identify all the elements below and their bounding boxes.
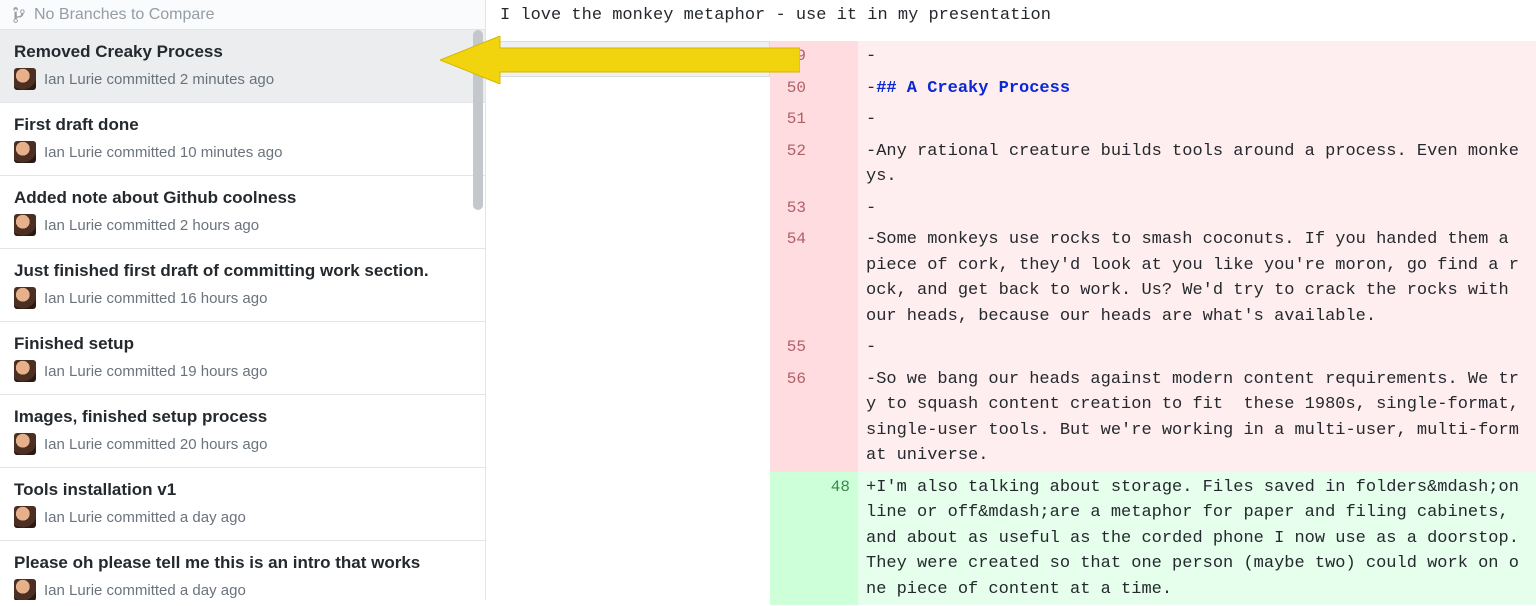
- diff-code: -: [858, 332, 1536, 364]
- diff-line: 50 -## A Creaky Process: [770, 73, 1536, 105]
- commit-title: Finished setup: [14, 334, 471, 354]
- diff-code: -: [858, 193, 1536, 225]
- commit-author-line: Ian Lurie committed 2 minutes ago: [44, 71, 274, 88]
- commits-sidebar: No Branches to Compare Removed Creaky Pr…: [0, 0, 486, 600]
- commit-title: Please oh please tell me this is an intr…: [14, 553, 471, 573]
- commit-author-line: Ian Lurie committed 2 hours ago: [44, 217, 259, 234]
- line-number-new: [814, 41, 858, 73]
- modified-icon: [743, 50, 761, 68]
- commit-author-line: Ian Lurie committed 10 minutes ago: [44, 144, 282, 161]
- line-number-old: 53: [770, 193, 814, 225]
- avatar: [14, 287, 36, 309]
- line-number-new: [814, 136, 858, 193]
- diff-code: -Some monkeys use rocks to smash coconut…: [858, 224, 1536, 332]
- commit-item[interactable]: Images, finished setup process Ian Lurie …: [0, 395, 485, 468]
- diff-line: 52 -Any rational creature builds tools ar…: [770, 136, 1536, 193]
- commit-item[interactable]: First draft done Ian Lurie committed 10 m…: [0, 103, 485, 176]
- commit-title: Tools installation v1: [14, 480, 471, 500]
- commit-title: Removed Creaky Process: [14, 42, 471, 62]
- commit-title: First draft done: [14, 115, 471, 135]
- diff-code: +I'm also talking about storage. Files s…: [858, 472, 1536, 606]
- line-number-old: [770, 472, 814, 606]
- diff-pane: I love the monkey metaphor - use it in m…: [486, 0, 1536, 600]
- diff-line: 55 -: [770, 332, 1536, 364]
- line-number-new: [814, 224, 858, 332]
- commit-author-line: Ian Lurie committed a day ago: [44, 582, 246, 599]
- diff-line: 51 -: [770, 104, 1536, 136]
- diff-code: -So we bang our heads against modern con…: [858, 364, 1536, 472]
- avatar: [14, 68, 36, 90]
- commit-item[interactable]: Please oh please tell me this is an intr…: [0, 541, 485, 600]
- diff-code: -## A Creaky Process: [858, 73, 1536, 105]
- commit-item[interactable]: Finished setup Ian Lurie committed 19 hou…: [0, 322, 485, 395]
- diff-code: -Any rational creature builds tools arou…: [858, 136, 1536, 193]
- commit-item[interactable]: Just finished first draft of committing …: [0, 249, 485, 322]
- diff-line: 49 -: [770, 41, 1536, 73]
- commit-author-line: Ian Lurie committed 19 hours ago: [44, 363, 267, 380]
- avatar: [14, 506, 36, 528]
- avatar: [14, 360, 36, 382]
- diff-line: 56 -So we bang our heads against modern c…: [770, 364, 1536, 472]
- changed-file-tab[interactable]: post.md: [486, 41, 770, 77]
- diff-line: 48+I'm also talking about storage. Files…: [770, 472, 1536, 606]
- avatar: [14, 433, 36, 455]
- line-number-new: [814, 193, 858, 225]
- commit-list[interactable]: Removed Creaky Process Ian Lurie committe…: [0, 30, 485, 600]
- commit-author-line: Ian Lurie committed 16 hours ago: [44, 290, 267, 307]
- diff-line: 53 -: [770, 193, 1536, 225]
- commit-title: Added note about Github coolness: [14, 188, 471, 208]
- commit-summary: I love the monkey metaphor - use it in m…: [486, 0, 1536, 41]
- branch-icon: [12, 6, 26, 24]
- line-number-old: 50: [770, 73, 814, 105]
- avatar: [14, 579, 36, 600]
- file-name: post.md: [497, 50, 554, 68]
- diff-code: -: [858, 41, 1536, 73]
- line-number-new: [814, 73, 858, 105]
- diff-line: 54 -Some monkeys use rocks to smash cocon…: [770, 224, 1536, 332]
- line-number-old: 55: [770, 332, 814, 364]
- diff-code: -: [858, 104, 1536, 136]
- commit-item[interactable]: Removed Creaky Process Ian Lurie committe…: [0, 30, 485, 103]
- avatar: [14, 214, 36, 236]
- commit-author-line: Ian Lurie committed 20 hours ago: [44, 436, 267, 453]
- line-number-old: 52: [770, 136, 814, 193]
- diff-table: 49 - 50 -## A Creaky Process 51 - 52 -Any ratio…: [770, 41, 1536, 605]
- line-number-old: 54: [770, 224, 814, 332]
- commit-item[interactable]: Tools installation v1 Ian Lurie committed…: [0, 468, 485, 541]
- line-number-new: [814, 332, 858, 364]
- line-number-old: 56: [770, 364, 814, 472]
- line-number-new: 48: [814, 472, 858, 606]
- commit-item[interactable]: Added note about Github coolness Ian Luri…: [0, 176, 485, 249]
- commit-author-line: Ian Lurie committed a day ago: [44, 509, 246, 526]
- avatar: [14, 141, 36, 163]
- commit-title: Images, finished setup process: [14, 407, 471, 427]
- line-number-new: [814, 364, 858, 472]
- line-number-old: 51: [770, 104, 814, 136]
- line-number-old: 49: [770, 41, 814, 73]
- branches-label: No Branches to Compare: [34, 6, 215, 24]
- branches-bar[interactable]: No Branches to Compare: [0, 0, 485, 30]
- commit-title: Just finished first draft of committing …: [14, 261, 471, 281]
- line-number-new: [814, 104, 858, 136]
